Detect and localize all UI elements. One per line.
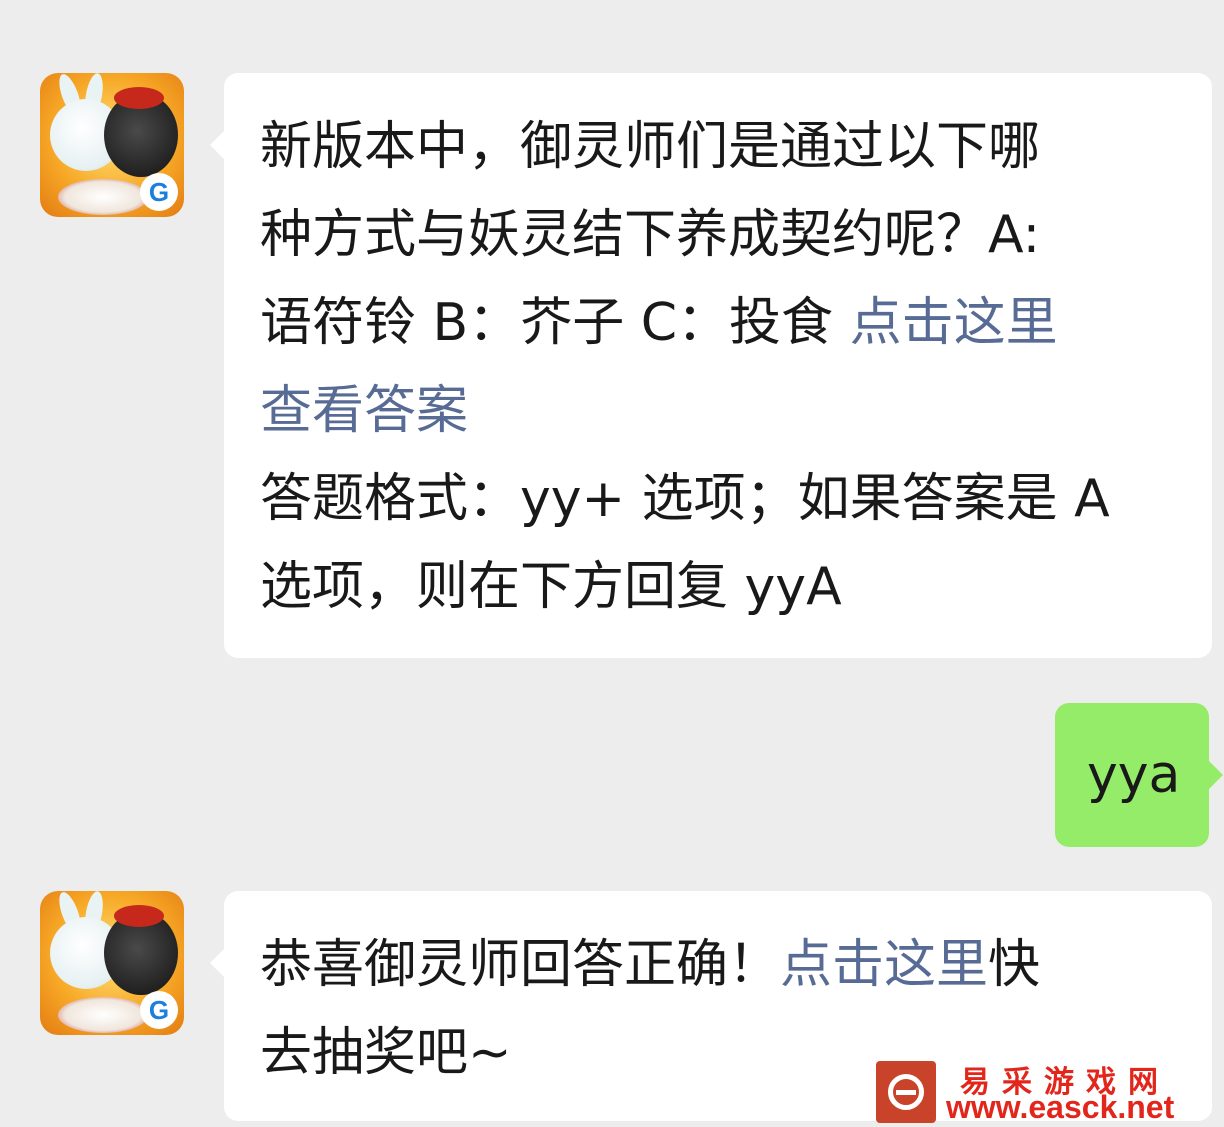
message-line: 新版本中，御灵师们是通过以下哪 (260, 117, 1041, 177)
message-line: 语符铃 B：芥子 C：投食 点击这里 (260, 279, 1176, 367)
avatar[interactable]: G (40, 891, 184, 1035)
plate-icon (58, 997, 148, 1033)
reply-text: yya (1087, 745, 1181, 805)
watermark-url: www.easck.net (946, 1089, 1175, 1125)
message-bubble-question[interactable]: 新版本中，御灵师们是通过以下哪 种方式与妖灵结下养成契约呢？A: 语符铃 B：芥… (210, 73, 1212, 658)
answer-link[interactable]: 点击这里 (850, 293, 1058, 353)
spirit-icon (104, 905, 178, 995)
game-badge-icon: G (140, 991, 178, 1029)
watermark: 易采游戏网 www.easck.net (876, 1061, 1216, 1125)
answer-link-continued[interactable]: 查看答案 (260, 381, 468, 441)
message-line: 查看答案 (260, 367, 1176, 455)
result-text: 恭喜御灵师回答正确！ (260, 935, 781, 995)
message-line: 种方式与妖灵结下养成契约呢？A: (260, 205, 1041, 265)
result-text-after: 快 (988, 935, 1041, 995)
message-line: 选项，则在下方回复 yyA (260, 557, 842, 617)
plate-icon (58, 179, 148, 215)
game-badge-icon: G (140, 173, 178, 211)
lottery-link[interactable]: 点击这里 (780, 935, 988, 995)
site-logo-icon (876, 1061, 936, 1123)
message-line: 答题格式：yy+ 选项；如果答案是 A (260, 469, 1110, 529)
avatar[interactable]: G (40, 73, 184, 217)
message-bubble-reply[interactable]: yya (1055, 703, 1223, 847)
spirit-icon (104, 87, 178, 177)
message-line: 恭喜御灵师回答正确！点击这里快 (260, 921, 1176, 1009)
options-text: 语符铃 B：芥子 C：投食 (260, 293, 850, 353)
